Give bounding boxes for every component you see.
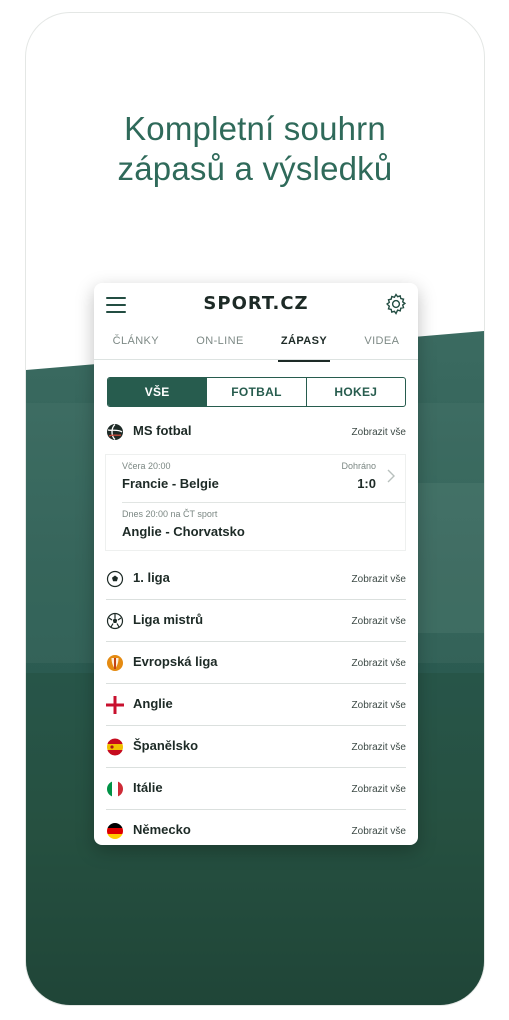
- match-list: Včera 20:00 Francie - Belgie Dohráno 1:0…: [106, 455, 405, 550]
- main-tabs: ČLÁNKY ON-LINE ZÁPASY VIDEA: [94, 327, 418, 362]
- promo-headline: Kompletní souhrn zápasů a výsledků: [26, 109, 484, 189]
- app-screen: SPORT.CZ ČLÁNKY ON-LINE ZÁPASY VIDEA VŠE…: [94, 283, 418, 845]
- section-title: Evropská liga: [133, 654, 218, 669]
- section-liga-mistru: Liga mistrů Zobrazit vše: [94, 600, 418, 642]
- soccer-ball-icon: [106, 570, 124, 588]
- spain-flag-icon: [107, 738, 123, 756]
- show-all-link[interactable]: Zobrazit vše: [352, 742, 406, 753]
- match-row[interactable]: Včera 20:00 Francie - Belgie Dohráno 1:0: [106, 455, 405, 503]
- section-1-liga: 1. liga Zobrazit vše: [94, 558, 418, 600]
- show-all-link[interactable]: Zobrazit vše: [352, 784, 406, 795]
- match-time: Včera 20:00: [122, 461, 171, 471]
- gear-icon[interactable]: [384, 292, 408, 316]
- app-header: SPORT.CZ: [94, 283, 418, 327]
- section-title: Liga mistrů: [133, 612, 204, 627]
- tab-on-line[interactable]: ON-LINE: [196, 327, 243, 359]
- filter-vse[interactable]: VŠE: [108, 378, 208, 406]
- show-all-link[interactable]: Zobrazit vše: [352, 658, 406, 669]
- section-spanelsko: Španělsko Zobrazit vše: [94, 726, 418, 768]
- world-cup-ball-icon: [107, 424, 123, 440]
- show-all-link[interactable]: Zobrazit vše: [352, 700, 406, 711]
- section-nemecko: Německo Zobrazit vše: [94, 810, 418, 845]
- section-title: Německo: [133, 822, 191, 837]
- section-title: MS fotbal: [133, 423, 192, 438]
- match-time: Dnes 20:00 na ČT sport: [122, 509, 218, 519]
- section-title: Itálie: [133, 780, 163, 795]
- match-row[interactable]: Dnes 20:00 na ČT sport Anglie - Chorvats…: [106, 503, 405, 550]
- section-italie: Itálie Zobrazit vše: [94, 768, 418, 810]
- show-all-link[interactable]: Zobrazit vše: [352, 574, 406, 585]
- europa-league-icon: [107, 655, 123, 671]
- section-title: Španělsko: [133, 738, 199, 753]
- match-teams: Francie - Belgie: [122, 476, 219, 491]
- england-flag-icon: [106, 696, 124, 714]
- sport-filter: VŠE FOTBAL HOKEJ: [107, 377, 406, 407]
- filter-fotbal[interactable]: FOTBAL: [207, 378, 307, 406]
- tab-videa[interactable]: VIDEA: [364, 327, 399, 359]
- app-logo: SPORT.CZ: [203, 293, 309, 314]
- match-status: Dohráno: [341, 461, 376, 471]
- section-ms-fotbal: MS fotbal Zobrazit vše: [94, 411, 418, 453]
- italy-flag-icon: [107, 781, 123, 797]
- show-all-link[interactable]: Zobrazit vše: [352, 826, 406, 837]
- chevron-right-icon: [387, 469, 395, 483]
- champions-ball-icon: [106, 612, 124, 630]
- section-title: Anglie: [133, 696, 173, 711]
- tab-zapasy[interactable]: ZÁPASY: [277, 327, 331, 362]
- section-title: 1. liga: [133, 570, 170, 585]
- tab-clanky[interactable]: ČLÁNKY: [113, 327, 159, 359]
- section-anglie: Anglie Zobrazit vše: [94, 684, 418, 726]
- show-all-link[interactable]: Zobrazit vše: [352, 427, 406, 438]
- germany-flag-icon: [107, 823, 123, 839]
- filter-hokej[interactable]: HOKEJ: [307, 378, 405, 406]
- headline-line-1: Kompletní souhrn: [124, 110, 386, 147]
- match-score: 1:0: [357, 476, 376, 491]
- headline-line-2: zápasů a výsledků: [117, 150, 393, 187]
- show-all-link[interactable]: Zobrazit vše: [352, 616, 406, 627]
- match-teams: Anglie - Chorvatsko: [122, 524, 245, 539]
- section-evropska-liga: Evropská liga Zobrazit vše: [94, 642, 418, 684]
